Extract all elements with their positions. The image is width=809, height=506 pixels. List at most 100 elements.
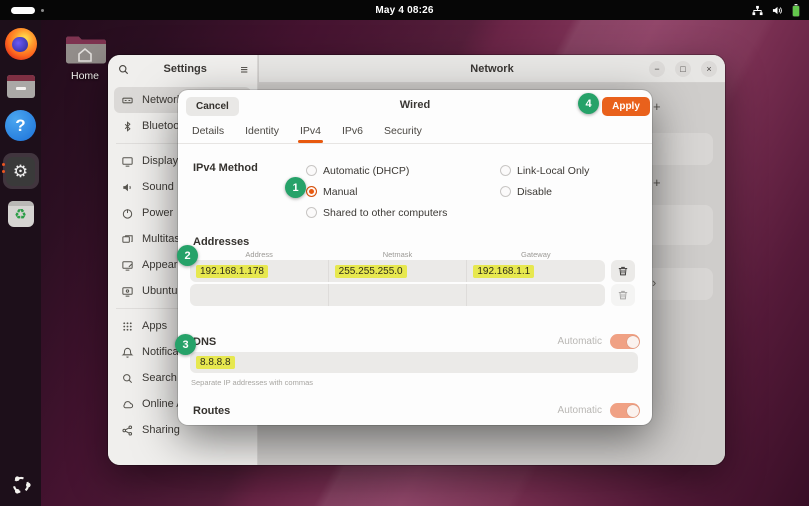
displays-icon [121, 155, 134, 168]
minimize-button[interactable]: − [649, 61, 665, 77]
column-address: Address [190, 250, 328, 259]
delete-address-button[interactable] [611, 260, 635, 282]
tab-details[interactable]: Details [190, 121, 226, 143]
wired-dialog: Cancel Wired Apply Details Identity IPv4… [178, 90, 652, 425]
toggle-knob [627, 405, 639, 417]
address-column-headers: Address Netmask Gateway [190, 250, 605, 259]
radio-icon[interactable] [500, 165, 511, 176]
ipv4-method-label: IPv4 Method [193, 162, 258, 174]
radio-icon[interactable] [306, 207, 317, 218]
tab-security[interactable]: Security [382, 121, 424, 143]
menu-icon[interactable]: ≡ [240, 62, 248, 77]
volume-icon[interactable] [772, 5, 783, 16]
running-indicator-dots [2, 163, 5, 173]
sharing-icon [121, 424, 134, 437]
bluetooth-icon [121, 120, 134, 133]
radio-label[interactable]: Disable [517, 186, 552, 198]
radio-disable[interactable]: Disable [500, 186, 589, 197]
radio-label[interactable]: Shared to other computers [323, 207, 447, 219]
radio-automatic-dhcp[interactable]: Automatic (DHCP) [306, 165, 447, 176]
radio-icon[interactable] [306, 165, 317, 176]
clock[interactable]: May 4 08:26 [0, 5, 809, 16]
battery-icon[interactable] [792, 4, 800, 17]
radio-icon[interactable] [500, 186, 511, 197]
system-tray[interactable] [752, 0, 800, 20]
network-icon[interactable] [752, 5, 763, 16]
add-vpn-button[interactable]: + [653, 175, 661, 190]
network-item-icon [121, 94, 134, 107]
dns-helper-text: Separate IP addresses with commas [191, 378, 313, 387]
step-badge-3: 3 [175, 334, 196, 355]
add-wired-button[interactable]: + [653, 99, 661, 114]
trash-icon[interactable]: ♻ [8, 201, 34, 227]
home-folder-icon [64, 32, 106, 64]
radio-label[interactable]: Link-Local Only [517, 165, 589, 177]
apps-icon [121, 320, 134, 333]
address-row-1: 192.168.1.178 255.255.255.0 192.168.1.1 [190, 260, 605, 282]
dialog-tabs: Details Identity IPv4 IPv6 Security [190, 121, 424, 143]
addresses-label: Addresses [193, 236, 249, 248]
radio-label[interactable]: Manual [323, 186, 357, 198]
sidebar-item-label: Search [142, 372, 177, 384]
ubuntu-desktop-icon [121, 285, 134, 298]
dns-value: 8.8.8.8 [196, 356, 235, 369]
address-field[interactable]: 192.168.1.178 [190, 260, 329, 282]
netmask-field[interactable]: 255.255.255.0 [329, 260, 468, 282]
netmask-field-empty[interactable] [329, 284, 468, 306]
radio-link-local[interactable]: Link-Local Only [500, 165, 589, 176]
power-icon [121, 207, 134, 220]
ubuntu-logo-icon[interactable] [9, 473, 33, 497]
gateway-value: 192.168.1.1 [473, 265, 534, 278]
top-bar: May 4 08:26 [0, 0, 809, 20]
trash-icon [617, 289, 629, 301]
trash-icon [617, 265, 629, 277]
routes-automatic-label: Automatic [558, 405, 602, 416]
dns-input[interactable]: 8.8.8.8 [190, 352, 638, 373]
column-netmask: Netmask [328, 250, 466, 259]
tab-ipv6[interactable]: IPv6 [340, 121, 365, 143]
maximize-button[interactable]: □ [675, 61, 691, 77]
tab-identity[interactable]: Identity [243, 121, 281, 143]
address-value: 192.168.1.178 [196, 265, 268, 278]
dns-label: DNS [193, 336, 216, 348]
tab-ipv4[interactable]: IPv4 [298, 121, 323, 143]
gateway-field[interactable]: 192.168.1.1 [467, 260, 605, 282]
network-headerbar: Network − □ × [259, 55, 725, 83]
help-icon[interactable]: ? [5, 110, 36, 141]
radio-icon-selected[interactable] [306, 186, 317, 197]
sidebar-item-label: Network [142, 94, 182, 106]
settings-title: Settings [130, 63, 240, 75]
files-icon[interactable] [7, 75, 35, 98]
delete-address-button-disabled [611, 284, 635, 306]
close-button[interactable]: × [701, 61, 717, 77]
home-folder[interactable]: Home [60, 32, 110, 82]
radio-shared[interactable]: Shared to other computers [306, 207, 447, 218]
column-gateway: Gateway [467, 250, 605, 259]
address-field-empty[interactable] [190, 284, 329, 306]
sidebar-item-label: Sharing [142, 424, 180, 436]
dns-automatic-toggle[interactable] [610, 334, 640, 349]
routes-automatic-toggle[interactable] [610, 403, 640, 418]
settings-icon[interactable]: ⚙ [3, 153, 39, 189]
gear-icon: ⚙ [6, 157, 35, 186]
multitasking-icon [121, 233, 134, 246]
notifications-icon [121, 346, 134, 359]
sidebar-item-label: Sound [142, 181, 174, 193]
online-accounts-icon [121, 398, 134, 411]
search-icon[interactable] [117, 63, 130, 76]
radio-label[interactable]: Automatic (DHCP) [323, 165, 409, 177]
radio-manual[interactable]: Manual [306, 186, 447, 197]
sidebar-item-label: Apps [142, 320, 167, 332]
search-item-icon [121, 372, 134, 385]
dock: ? ⚙ ♻ [0, 20, 41, 506]
address-row-2 [190, 284, 605, 306]
step-badge-4: 4 [578, 93, 599, 114]
apply-button[interactable]: Apply [602, 97, 650, 116]
gateway-field-empty[interactable] [467, 284, 605, 306]
firefox-icon[interactable] [5, 28, 37, 60]
dns-automatic-label: Automatic [558, 336, 602, 347]
routes-label: Routes [193, 405, 230, 417]
chevron-right-icon: › [652, 275, 656, 290]
sidebar-item-label: Power [142, 207, 173, 219]
toggle-knob [627, 336, 639, 348]
